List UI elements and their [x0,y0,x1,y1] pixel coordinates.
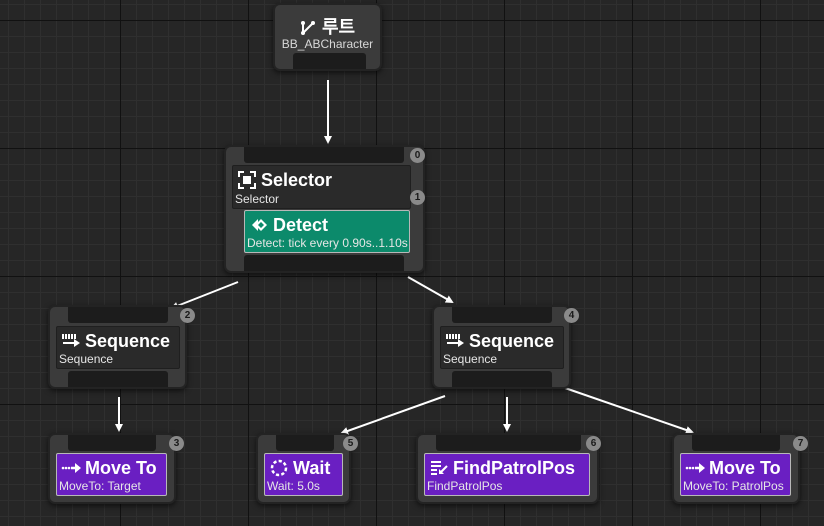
sequence-left-panel[interactable]: Sequence Sequence [56,326,180,369]
move-to-target-subtitle: MoveTo: Target [59,479,141,493]
wire-sequence-right-wait [340,395,446,435]
move-to-patrol-node[interactable]: Move To MoveTo: PatrolPos [672,433,800,504]
sequence-left-index-badge: 2 [180,308,195,323]
selector-node[interactable]: Selector Selector Detect Detect: tick ev… [224,145,425,273]
root-subtitle: BB_ABCharacter [281,37,374,51]
selector-title: Selector [261,169,333,190]
detect-subtitle: Detect: tick every 0.90s..1.10s [247,236,408,250]
wire-sequence-right-moveto-patrol [564,387,694,434]
move-to-target-input-pin[interactable] [68,435,156,451]
root-output-pin[interactable] [293,53,366,69]
sequence-left-output-pin[interactable] [68,371,168,387]
find-patrol-pos-input-pin[interactable] [436,435,581,451]
sequence-left-node[interactable]: Sequence Sequence [48,305,187,389]
find-patrol-pos-subtitle: FindPatrolPos [427,479,503,493]
wait-icon [269,458,289,478]
sequence-left-title: Sequence [85,330,171,351]
sequence-right-input-pin[interactable] [452,307,552,323]
move-to-icon [61,458,81,478]
wire-selector-sequence-left [170,281,239,310]
sequence-right-subtitle: Sequence [443,352,498,366]
find-patrol-pos-title: FindPatrolPos [453,457,576,478]
selector-panel[interactable]: Selector Selector [232,165,411,209]
root-node[interactable]: 루트 BB_ABCharacter [273,3,382,71]
wire-selector-sequence-right [407,276,454,303]
selector-index-badge: 0 [410,148,425,163]
wait-panel[interactable]: Wait Wait: 5.0s [264,453,343,496]
selector-subtitle: Selector [235,192,280,206]
selector-icon [237,170,257,190]
sequence-right-node[interactable]: Sequence Sequence [432,305,571,389]
move-to-target-panel[interactable]: Move To MoveTo: Target [56,453,167,496]
selector-input-pin[interactable] [244,147,404,163]
move-to-patrol-index-badge: 7 [793,436,808,451]
task-icon [429,458,449,478]
find-patrol-pos-node[interactable]: FindPatrolPos FindPatrolPos [416,433,599,504]
sequence-left-subtitle: Sequence [59,352,114,366]
wait-title: Wait [293,457,331,478]
move-to-patrol-panel[interactable]: Move To MoveTo: PatrolPos [680,453,791,496]
root-title: 루트 [321,17,356,37]
move-to-patrol-input-pin[interactable] [692,435,780,451]
detect-title: Detect [273,214,329,235]
move-to-target-title: Move To [85,457,157,478]
sequence-right-panel[interactable]: Sequence Sequence [440,326,564,369]
move-to-target-node[interactable]: Move To MoveTo: Target [48,433,176,504]
move-to-patrol-subtitle: MoveTo: PatrolPos [683,479,784,493]
find-patrol-pos-index-badge: 6 [586,436,601,451]
sequence-right-title: Sequence [469,330,555,351]
wait-input-pin[interactable] [276,435,334,451]
sequence-icon [61,331,81,351]
find-patrol-pos-panel[interactable]: FindPatrolPos FindPatrolPos [424,453,590,496]
sequence-right-output-pin[interactable] [452,371,552,387]
move-to-target-index-badge: 3 [169,436,184,451]
wait-node[interactable]: Wait Wait: 5.0s [256,433,351,504]
sequence-left-input-pin[interactable] [68,307,168,323]
detect-service-panel[interactable]: Detect Detect: tick every 0.90s..1.10s [244,210,410,253]
move-to-icon [685,458,705,478]
detect-index-badge: 1 [410,190,425,205]
selector-output-pin[interactable] [244,255,404,271]
sequence-icon [445,331,465,351]
wait-subtitle: Wait: 5.0s [267,479,320,493]
sequence-right-index-badge: 4 [564,308,579,323]
service-icon [249,215,269,235]
wait-index-badge: 5 [343,436,358,451]
move-to-patrol-title: Move To [709,457,781,478]
